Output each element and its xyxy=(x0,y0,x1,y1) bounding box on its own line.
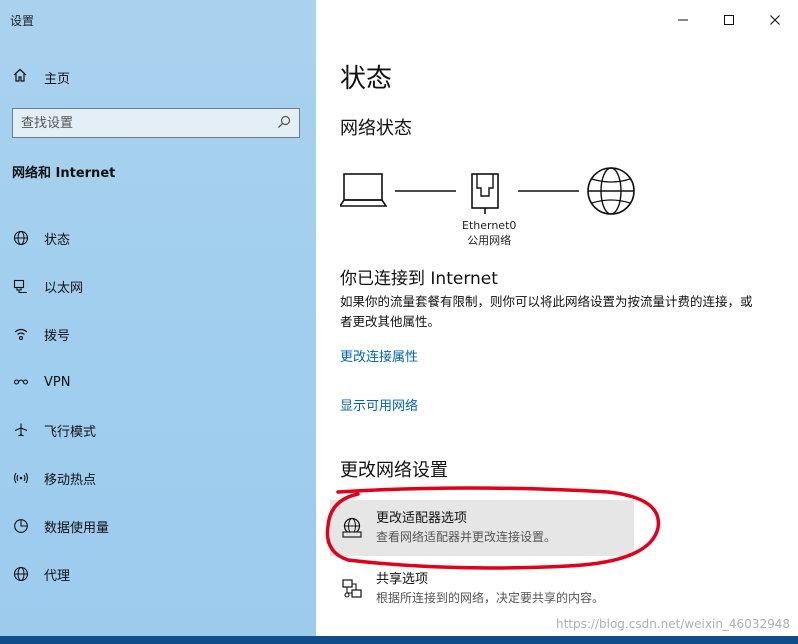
minimize-icon xyxy=(677,11,689,30)
change-properties-link[interactable]: 更改连接属性 xyxy=(340,346,418,365)
sidebar-item-label: 以太网 xyxy=(44,280,84,296)
connected-title: 你已连接到 Internet xyxy=(340,269,498,289)
sidebar-nav: 状态 以太网 拨号 VPN 飞行模式 移动热点 数据使用量 代理 xyxy=(12,214,302,598)
option-desc: 查看网络适配器并更改连接设置。 xyxy=(376,530,557,544)
page-title: 状态 xyxy=(340,64,393,94)
search-box[interactable] xyxy=(12,108,300,138)
option-title: 共享选项 xyxy=(376,572,429,587)
laptop-icon xyxy=(340,173,388,207)
watermark: https://blog.csdn.net/weixin_46032948 xyxy=(555,617,790,631)
maximize-icon xyxy=(723,11,735,30)
ethernet-adapter-icon xyxy=(471,173,499,214)
adapter-globe-icon xyxy=(340,516,364,540)
close-icon xyxy=(769,11,781,30)
option-title: 更改适配器选项 xyxy=(376,511,468,526)
sidebar-item-label: 移动热点 xyxy=(44,472,97,488)
sidebar: 设置 主页 网络和 Internet 状态 以太网 xyxy=(0,0,316,636)
minimize-button[interactable] xyxy=(660,0,706,40)
sidebar-item-vpn[interactable]: VPN xyxy=(12,358,302,406)
adapter-profile: 公用网络 xyxy=(467,234,512,247)
sidebar-item-label: 代理 xyxy=(44,568,71,584)
home-icon xyxy=(12,67,28,87)
app-title: 设置 xyxy=(10,14,35,28)
connected-description: 如果你的流量套餐有限制，则你可以将此网络设置为按流量计费的连接，或者更改其他属性… xyxy=(340,294,753,329)
sidebar-item-label: 拨号 xyxy=(44,328,71,344)
search-input[interactable] xyxy=(21,115,277,131)
sidebar-item-proxy[interactable]: 代理 xyxy=(12,550,302,598)
hotspot-icon xyxy=(12,469,30,487)
adapter-label: Ethernet0 公用网络 xyxy=(462,218,516,248)
close-button[interactable] xyxy=(752,0,798,40)
sidebar-section-title: 网络和 Internet xyxy=(12,166,116,181)
sidebar-item-ethernet[interactable]: 以太网 xyxy=(12,262,302,310)
adapter-options-item[interactable]: 更改适配器选项 查看网络适配器并更改连接设置。 xyxy=(330,500,634,556)
sidebar-item-status[interactable]: 状态 xyxy=(12,214,302,262)
dialup-icon xyxy=(12,325,30,343)
search-icon[interactable] xyxy=(277,114,291,133)
sidebar-item-label: 数据使用量 xyxy=(44,520,110,536)
ethernet-icon xyxy=(12,277,30,295)
option-desc: 根据所连接到的网络，决定要共享的内容。 xyxy=(376,591,605,605)
sidebar-item-label: 飞行模式 xyxy=(44,424,97,440)
network-status-heading: 网络状态 xyxy=(340,118,412,139)
sharing-icon xyxy=(340,577,364,601)
maximize-button[interactable] xyxy=(706,0,752,40)
sidebar-item-label: VPN xyxy=(44,374,71,390)
airplane-icon xyxy=(12,421,30,439)
data-usage-icon xyxy=(12,517,30,535)
vpn-icon xyxy=(12,373,30,391)
sidebar-item-dialup[interactable]: 拨号 xyxy=(12,310,302,358)
sidebar-home[interactable]: 主页 xyxy=(12,66,70,88)
proxy-globe-icon xyxy=(12,565,30,583)
change-settings-heading: 更改网络设置 xyxy=(340,460,448,481)
sidebar-home-label: 主页 xyxy=(44,71,71,87)
internet-globe-icon xyxy=(587,167,635,215)
taskbar-edge xyxy=(0,636,798,644)
window-controls xyxy=(660,0,798,40)
adapter-name: Ethernet0 xyxy=(462,219,517,232)
sharing-options-item[interactable]: 共享选项 根据所连接到的网络，决定要共享的内容。 xyxy=(330,566,634,612)
show-networks-link[interactable]: 显示可用网络 xyxy=(340,395,418,414)
sidebar-item-data-usage[interactable]: 数据使用量 xyxy=(12,502,302,550)
sidebar-item-label: 状态 xyxy=(44,232,71,248)
sidebar-item-hotspot[interactable]: 移动热点 xyxy=(12,454,302,502)
globe-network-icon xyxy=(12,229,30,247)
sidebar-item-airplane[interactable]: 飞行模式 xyxy=(12,406,302,454)
